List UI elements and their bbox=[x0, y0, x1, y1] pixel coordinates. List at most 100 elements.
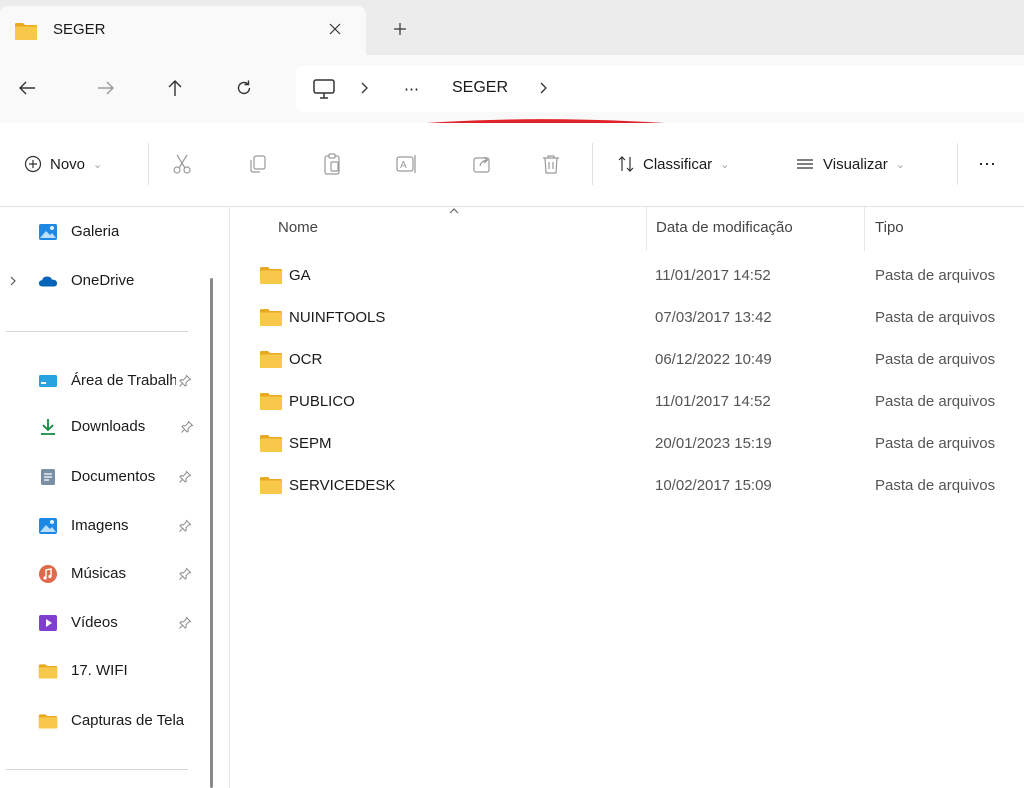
command-bar: Novo ⌄ A Classificar ⌄ Visualizar ⌄ ⋯ bbox=[0, 123, 1024, 207]
sidebar-scrollbar[interactable] bbox=[210, 278, 213, 788]
back-button[interactable] bbox=[14, 75, 40, 101]
videos-icon bbox=[38, 614, 58, 632]
column-divider[interactable] bbox=[646, 207, 647, 251]
file-type: Pasta de arquivos bbox=[875, 351, 996, 368]
refresh-button[interactable] bbox=[231, 75, 257, 101]
up-button[interactable] bbox=[162, 75, 188, 101]
forward-button[interactable] bbox=[93, 75, 119, 101]
file-date: 11/01/2017 14:52 bbox=[655, 393, 771, 410]
column-divider[interactable] bbox=[864, 207, 865, 251]
address-overflow-button[interactable]: ⋯ bbox=[404, 80, 420, 98]
paste-icon[interactable] bbox=[318, 150, 346, 178]
folder-icon bbox=[259, 349, 283, 373]
file-type: Pasta de arquivos bbox=[875, 393, 996, 410]
folder-icon bbox=[259, 391, 283, 415]
pin-icon bbox=[178, 374, 192, 388]
new-tab-button[interactable] bbox=[388, 17, 412, 41]
chevron-right-icon[interactable] bbox=[539, 81, 549, 99]
table-row[interactable]: OCR 06/12/2022 10:49 Pasta de arquivos bbox=[230, 339, 1024, 381]
sidebar-item-label: Documentos bbox=[71, 468, 156, 485]
download-icon bbox=[38, 418, 58, 436]
sidebar-item-downloads[interactable]: Downloads bbox=[0, 410, 205, 444]
divider bbox=[957, 143, 958, 185]
svg-text:A: A bbox=[400, 160, 407, 171]
sidebar-item-label: OneDrive bbox=[71, 272, 135, 289]
table-row[interactable]: SERVICEDESK 10/02/2017 15:09 Pasta de ar… bbox=[230, 465, 1024, 507]
sort-button[interactable]: Classificar ⌄ bbox=[617, 149, 729, 179]
file-date: 11/01/2017 14:52 bbox=[655, 267, 771, 284]
chevron-right-icon[interactable] bbox=[360, 81, 370, 99]
navigation-pane: Galeria OneDrive Área de Trabalho Downlo… bbox=[0, 207, 212, 788]
file-list: Nome Data de modificação Tipo GA 11/01/2… bbox=[230, 207, 1024, 788]
documents-icon bbox=[38, 468, 58, 486]
delete-icon[interactable] bbox=[537, 150, 565, 178]
view-button[interactable]: Visualizar ⌄ bbox=[795, 149, 905, 179]
sort-ascending-icon bbox=[449, 208, 459, 214]
pin-icon bbox=[178, 616, 192, 630]
sidebar-item-music[interactable]: Músicas bbox=[0, 557, 205, 591]
breadcrumb-seger[interactable]: SEGER bbox=[452, 79, 508, 97]
pictures-icon bbox=[38, 517, 58, 535]
file-name: GA bbox=[289, 267, 311, 284]
folder-icon bbox=[13, 21, 39, 45]
view-label: Visualizar bbox=[823, 155, 888, 173]
chevron-right-icon bbox=[10, 276, 16, 286]
chevron-down-icon: ⌄ bbox=[720, 158, 730, 171]
divider bbox=[6, 769, 188, 770]
sidebar-item-label: Músicas bbox=[71, 565, 127, 582]
cut-icon[interactable] bbox=[168, 150, 196, 178]
tab-seger[interactable]: SEGER bbox=[0, 6, 366, 55]
divider bbox=[592, 143, 593, 185]
column-header-type[interactable]: Tipo bbox=[875, 219, 904, 236]
file-name: PUBLICO bbox=[289, 393, 355, 410]
sidebar-item-17-wifi[interactable]: 17. WIFI bbox=[0, 654, 205, 688]
folder-icon bbox=[38, 712, 58, 730]
sidebar-item-pictures[interactable]: Imagens bbox=[0, 509, 205, 543]
file-name: SEPM bbox=[289, 435, 332, 452]
chevron-down-icon: ⌄ bbox=[895, 158, 905, 171]
desktop-icon bbox=[38, 372, 58, 390]
table-row[interactable]: SEPM 20/01/2023 15:19 Pasta de arquivos bbox=[230, 423, 1024, 465]
table-row[interactable]: GA 11/01/2017 14:52 Pasta de arquivos bbox=[230, 255, 1024, 297]
column-header-name[interactable]: Nome bbox=[278, 219, 318, 236]
onedrive-icon bbox=[38, 272, 58, 290]
file-name: SERVICEDESK bbox=[289, 477, 396, 494]
share-icon[interactable] bbox=[468, 150, 496, 178]
sidebar-item-onedrive[interactable]: OneDrive bbox=[0, 264, 205, 298]
sidebar-item-label: 17. WIFI bbox=[71, 662, 128, 679]
table-row[interactable]: NUINFTOOLS 07/03/2017 13:42 Pasta de arq… bbox=[230, 297, 1024, 339]
new-button[interactable]: Novo ⌄ bbox=[24, 149, 102, 179]
sidebar-item-label: Imagens bbox=[71, 517, 129, 534]
rename-icon[interactable]: A bbox=[393, 150, 421, 178]
sidebar-item-label: Galeria bbox=[71, 223, 120, 240]
sidebar-item-capturas-de-tela[interactable]: Capturas de Tela bbox=[0, 704, 205, 738]
more-options-button[interactable]: ⋯ bbox=[978, 149, 996, 179]
file-name: OCR bbox=[289, 351, 323, 368]
sidebar-item-desktop[interactable]: Área de Trabalho bbox=[0, 364, 205, 398]
close-icon[interactable] bbox=[323, 17, 347, 41]
sort-label: Classificar bbox=[643, 155, 713, 173]
gallery-icon bbox=[38, 223, 58, 241]
file-type: Pasta de arquivos bbox=[875, 267, 996, 284]
column-header-date[interactable]: Data de modificação bbox=[656, 219, 793, 236]
sidebar-item-documents[interactable]: Documentos bbox=[0, 460, 205, 494]
file-type: Pasta de arquivos bbox=[875, 477, 996, 494]
folder-icon bbox=[38, 662, 58, 680]
folder-icon bbox=[259, 433, 283, 457]
sidebar-item-videos[interactable]: Vídeos bbox=[0, 606, 205, 640]
view-lines-icon bbox=[797, 159, 813, 169]
tab-strip: SEGER bbox=[0, 0, 1024, 55]
table-row[interactable]: PUBLICO 11/01/2017 14:52 Pasta de arquiv… bbox=[230, 381, 1024, 423]
file-date: 07/03/2017 13:42 bbox=[655, 309, 772, 326]
sidebar-item-label: Área de Trabalho bbox=[71, 372, 176, 389]
address-bar[interactable]: ⋯ SEGER bbox=[296, 66, 1024, 112]
copy-icon[interactable] bbox=[244, 150, 272, 178]
file-name: NUINFTOOLS bbox=[289, 309, 386, 326]
pin-icon bbox=[178, 519, 192, 533]
computer-icon bbox=[312, 78, 336, 104]
pin-icon bbox=[178, 567, 192, 581]
music-icon bbox=[38, 565, 58, 583]
sidebar-item-galeria[interactable]: Galeria bbox=[0, 215, 205, 249]
sort-icon bbox=[618, 156, 634, 172]
new-label: Novo bbox=[50, 155, 86, 173]
